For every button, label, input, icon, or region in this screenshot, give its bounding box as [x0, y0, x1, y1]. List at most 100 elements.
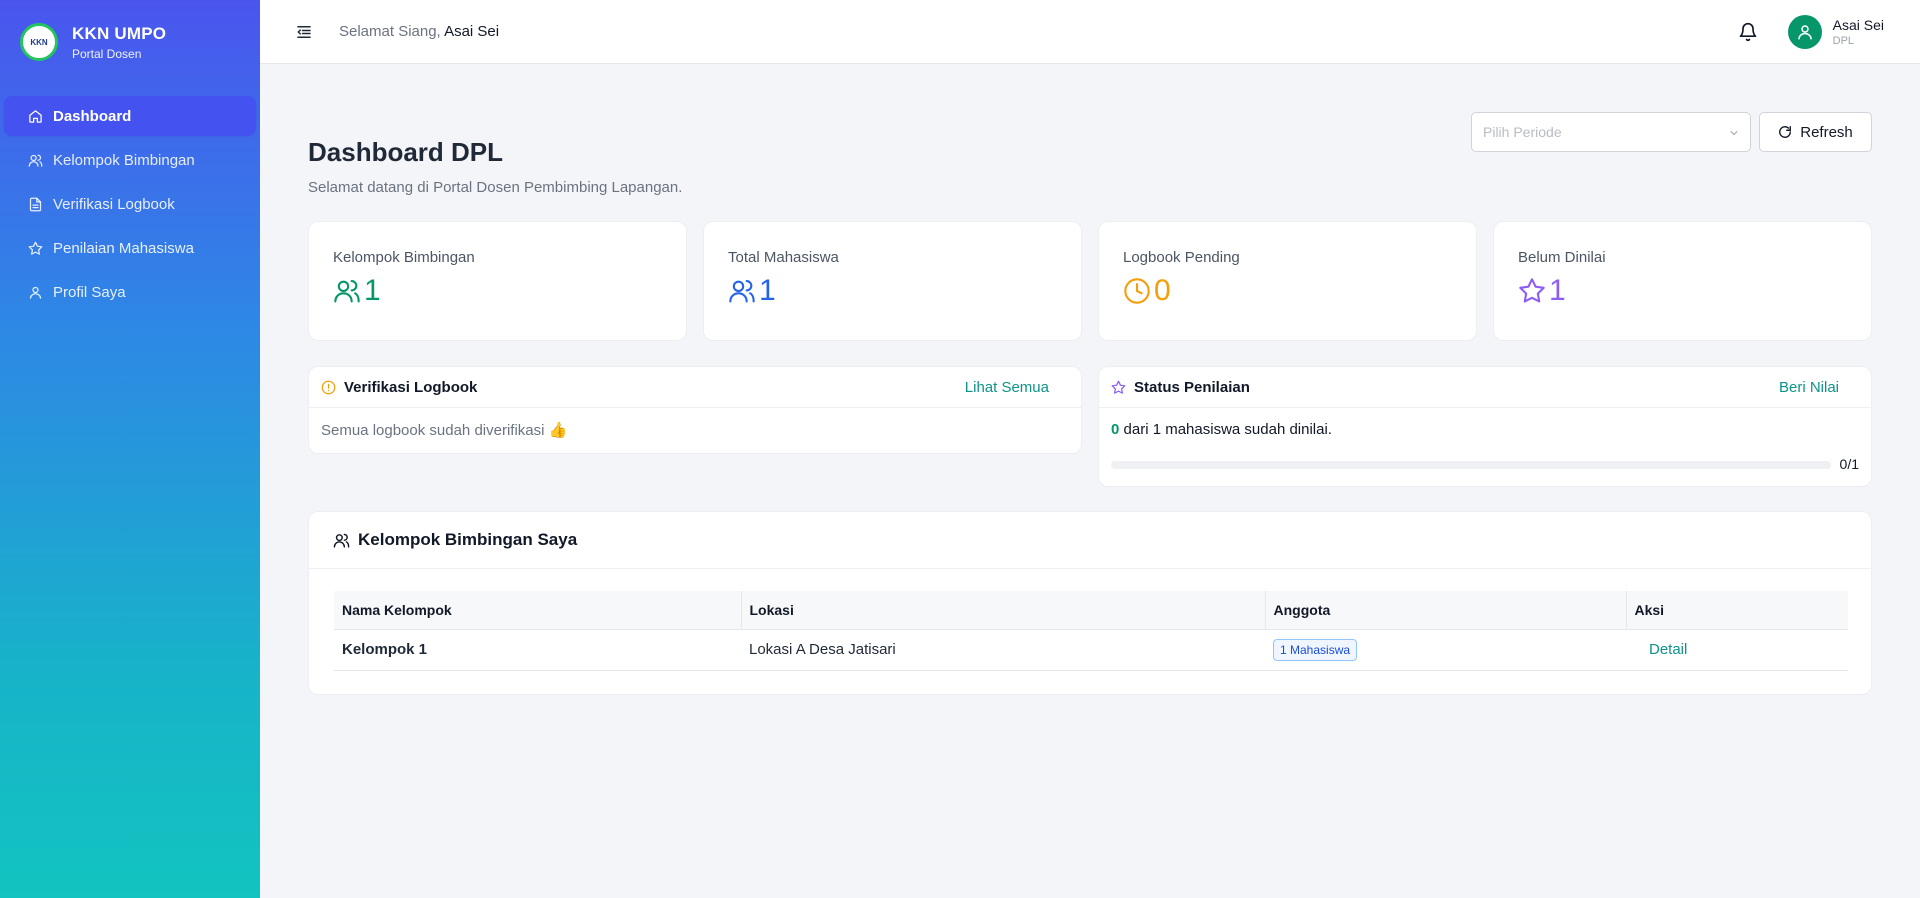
sidebar-item-label: Dashboard — [53, 107, 132, 125]
group-members-cell: 1 Mahasiswa — [1265, 629, 1626, 671]
home-icon — [29, 109, 42, 123]
logo-text: KKN — [30, 37, 48, 47]
greeting-user-name: Asai Sei — [444, 23, 500, 40]
sidebar-nav: Dashboard Kelompok Bimbingan Verifikasi … — [0, 96, 260, 312]
members-badge: 1 Mahasiswa — [1273, 638, 1358, 661]
rating-text-mid: dari — [1119, 421, 1153, 438]
bell-icon[interactable] — [1738, 22, 1758, 42]
stat-row: 1 — [333, 276, 662, 306]
alert-circle-icon — [321, 380, 336, 394]
stat-label: Total Mahasiswa — [728, 249, 839, 266]
refresh-label: Refresh — [1800, 123, 1853, 141]
clock-icon — [1124, 278, 1150, 304]
stat-value: 0 — [1154, 274, 1171, 307]
page-header: Dashboard DPL Selamat datang di Portal D… — [308, 64, 1872, 221]
stat-row: 0 — [1123, 276, 1452, 306]
stat-row: 1 — [1518, 276, 1847, 306]
table-header-row: Nama Kelompok Lokasi Anggota Aksi — [334, 591, 1848, 630]
groups-panel: Kelompok Bimbingan Saya Nama Kelompok Lo… — [308, 511, 1872, 695]
period-select[interactable]: Pilih Periode — [1471, 112, 1751, 152]
topbar-right: Asai Sei DPL — [1738, 0, 1884, 64]
users-icon — [729, 280, 755, 303]
stat-card-logbook-pending: Logbook Pending 0 — [1098, 221, 1477, 341]
sidebar-item-kelompok-bimbingan[interactable]: Kelompok Bimbingan — [4, 140, 256, 180]
table-row: Kelompok 1 Lokasi A Desa Jatisari 1 Maha… — [334, 629, 1848, 671]
user-info[interactable]: Asai Sei DPL — [1833, 17, 1884, 47]
rating-panel-header: Status Penilaian Beri Nilai — [1099, 367, 1871, 408]
topbar: Selamat Siang, Asai Sei Asai Sei DPL — [260, 0, 1920, 64]
brand: KKN KKN UMPO Portal Dosen — [0, 0, 260, 84]
users-icon — [334, 280, 360, 303]
sidebar-item-penilaian-mahasiswa[interactable]: Penilaian Mahasiswa — [4, 228, 256, 268]
greeting: Selamat Siang, Asai Sei — [339, 23, 499, 40]
rating-status-panel: Status Penilaian Beri Nilai 0 dari 1 mah… — [1098, 366, 1872, 487]
period-placeholder: Pilih Periode — [1483, 124, 1562, 140]
rating-panel-title: Status Penilaian — [1134, 378, 1250, 396]
menu-toggle-icon[interactable] — [295, 23, 313, 41]
rating-progress-bar — [1111, 461, 1831, 469]
stat-label: Kelompok Bimbingan — [333, 249, 475, 266]
stat-card-belum-dinilai: Belum Dinilai 1 — [1493, 221, 1872, 341]
column-header-nama-kelompok: Nama Kelompok — [334, 591, 741, 630]
logbook-panel-header: Verifikasi Logbook Lihat Semua — [309, 367, 1081, 408]
stat-row: 1 — [728, 276, 1057, 306]
rating-progress-label: 0/1 — [1839, 456, 1859, 472]
see-all-link[interactable]: Lihat Semua — [965, 379, 1049, 396]
users-icon — [333, 533, 350, 548]
sidebar-item-verifikasi-logbook[interactable]: Verifikasi Logbook — [4, 184, 256, 224]
stat-value: 1 — [759, 274, 776, 307]
chevron-down-icon — [1730, 131, 1738, 136]
star-icon — [28, 241, 43, 255]
user-icon — [29, 286, 42, 299]
groups-table: Nama Kelompok Lokasi Anggota Aksi Kelomp… — [334, 591, 1848, 671]
user-icon — [1797, 25, 1812, 40]
stat-cards: Kelompok Bimbingan 1 Total Mahasiswa 1 L… — [308, 221, 1872, 341]
stat-card-kelompok-bimbingan: Kelompok Bimbingan 1 — [308, 221, 687, 341]
main-content: Dashboard DPL Selamat datang di Portal D… — [308, 64, 1872, 695]
stat-card-total-mahasiswa: Total Mahasiswa 1 — [703, 221, 1082, 341]
avatar[interactable] — [1787, 15, 1822, 49]
brand-text: KKN UMPO Portal Dosen — [72, 24, 166, 61]
sidebar-item-label: Kelompok Bimbingan — [53, 151, 195, 169]
sidebar-item-label: Profil Saya — [53, 283, 126, 301]
stat-value: 1 — [1549, 274, 1566, 307]
sidebar-item-dashboard[interactable]: Dashboard — [4, 96, 256, 136]
sidebar-item-profil-saya[interactable]: Profil Saya — [4, 272, 256, 312]
refresh-icon — [1779, 126, 1792, 138]
greeting-text: Selamat Siang, — [339, 23, 441, 40]
group-action-cell: Detail — [1626, 629, 1848, 671]
give-rating-link[interactable]: Beri Nilai — [1779, 379, 1839, 396]
user-role: DPL — [1832, 35, 1855, 47]
detail-link[interactable]: Detail — [1634, 641, 1687, 658]
star-icon — [1111, 380, 1126, 394]
sidebar-item-label: Penilaian Mahasiswa — [53, 239, 194, 257]
kkn-logo: KKN — [20, 23, 58, 61]
page-subtitle: Selamat datang di Portal Dosen Pembimbin… — [308, 179, 683, 196]
user-name: Asai Sei — [1832, 17, 1884, 33]
star-icon — [1519, 278, 1545, 303]
sidebar: KKN KKN UMPO Portal Dosen Dashboard Kelo… — [0, 0, 260, 898]
total-count: 1 — [1152, 421, 1162, 438]
brand-title: KKN UMPO — [72, 23, 167, 43]
stat-value: 1 — [364, 274, 381, 307]
logbook-empty-message: Semua logbook sudah diverifikasi 👍 — [321, 422, 568, 439]
group-name: Kelompok 1 — [334, 629, 741, 671]
stat-label: Logbook Pending — [1123, 249, 1240, 266]
stat-label: Belum Dinilai — [1518, 249, 1606, 266]
rating-summary: 0 dari 1 mahasiswa sudah dinilai. — [1099, 408, 1871, 438]
refresh-button[interactable]: Refresh — [1759, 112, 1872, 152]
logbook-panel: Verifikasi Logbook Lihat Semua Semua log… — [308, 366, 1082, 454]
groups-panel-title: Kelompok Bimbingan Saya — [358, 530, 578, 549]
rating-text-end: mahasiswa sudah dinilai. — [1161, 421, 1332, 438]
group-location: Lokasi A Desa Jatisari — [741, 629, 1265, 671]
file-icon — [29, 197, 42, 211]
column-header-anggota: Anggota — [1264, 591, 1626, 630]
sidebar-item-label: Verifikasi Logbook — [53, 195, 175, 213]
column-header-lokasi: Lokasi — [740, 591, 1265, 630]
groups-panel-header: Kelompok Bimbingan Saya — [309, 512, 1871, 569]
column-header-aksi: Aksi — [1625, 591, 1848, 630]
logbook-panel-title: Verifikasi Logbook — [344, 378, 478, 396]
users-icon — [28, 154, 43, 167]
brand-subtitle: Portal Dosen — [72, 46, 142, 61]
page-title: Dashboard DPL — [308, 137, 504, 167]
